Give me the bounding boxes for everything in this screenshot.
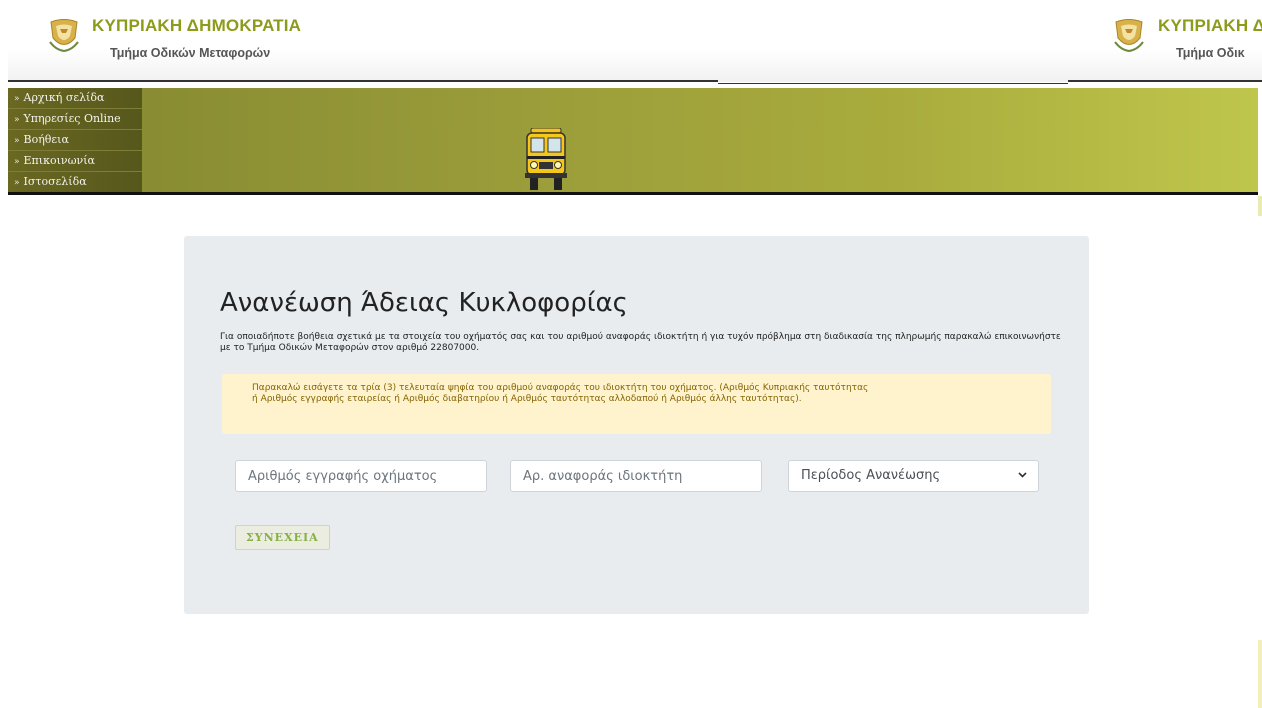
- info-alert-text: Παρακαλώ εισάγετε τα τρία (3) τελευταία …: [252, 383, 869, 404]
- brand-title: ΚΥΠΡΙΑΚΗ ΔΗΜΟΚΡΑΤΙΑ: [92, 16, 302, 35]
- nav-item-help[interactable]: » Βοήθεια: [8, 130, 142, 151]
- brand-title-truncated: ΚΥΠΡΙΑΚΗ Δ: [1158, 16, 1262, 35]
- nav-item-home[interactable]: » Αρχική σελίδα: [8, 88, 142, 109]
- owner-reference-input[interactable]: [510, 460, 762, 492]
- cyprus-coat-of-arms-icon: [49, 19, 79, 53]
- nav-item-online-services[interactable]: » Υπηρεσίες Online: [8, 109, 142, 130]
- renewal-period-selected: Περίοδος Ανανέωσης: [801, 468, 941, 483]
- nav-item-contact[interactable]: » Επικοινωνία: [8, 151, 142, 172]
- nav-item-label: Επικοινωνία: [23, 154, 95, 167]
- renewal-period-select[interactable]: Περίοδος Ανανέωσης: [788, 460, 1039, 492]
- nav-item-label: Ιστοσελίδα: [23, 175, 87, 188]
- double-chevron-right-icon: »: [14, 136, 20, 146]
- page-edge-accent: [1258, 640, 1262, 708]
- double-chevron-right-icon: »: [14, 178, 20, 188]
- school-bus-icon: [525, 128, 567, 190]
- cyprus-coat-of-arms-icon: [1114, 19, 1144, 53]
- brand-subtitle-truncated: Τμήμα Οδικ: [1176, 46, 1245, 60]
- banner: » Αρχική σελίδα » Υπηρεσίες Online » Βοήθει…: [8, 88, 1258, 192]
- brand-subtitle: Τμήμα Οδικών Μεταφορών: [110, 46, 271, 60]
- banner-edge: [1258, 196, 1262, 216]
- sidebar-nav: » Αρχική σελίδα » Υπηρεσίες Online » Βοήθει…: [8, 88, 142, 192]
- info-alert: Παρακαλώ εισάγετε τα τρία (3) τελευταία …: [222, 374, 1051, 434]
- nav-item-label: Βοήθεια: [23, 133, 69, 146]
- nav-item-label: Υπηρεσίες Online: [23, 112, 121, 125]
- double-chevron-right-icon: »: [14, 94, 20, 104]
- header-divider: [718, 83, 1068, 84]
- continue-button[interactable]: ΣΥΝΕΧΕΙΑ: [235, 525, 330, 550]
- page-title: Ανανέωση Άδειας Κυκλοφορίας: [220, 288, 628, 318]
- nav-item-website[interactable]: » Ιστοσελίδα: [8, 172, 142, 192]
- double-chevron-right-icon: »: [14, 157, 20, 167]
- site-header: ΚΥΠΡΙΑΚΗ ΔΗΜΟΚΡΑΤΙΑ Τμήμα Οδικών Μεταφορ…: [8, 8, 1262, 82]
- nav-item-label: Αρχική σελίδα: [23, 91, 105, 104]
- banner-divider: [8, 192, 1258, 195]
- registration-number-input[interactable]: [235, 460, 487, 492]
- header-divider: [1068, 80, 1262, 82]
- header-divider: [8, 80, 718, 82]
- double-chevron-right-icon: »: [14, 115, 20, 125]
- renewal-form-card: Ανανέωση Άδειας Κυκλοφορίας Για οποιαδήπ…: [184, 236, 1089, 614]
- chevron-down-icon: [1018, 472, 1027, 478]
- help-text: Για οποιαδήποτε βοήθεια σχετικά με τα στ…: [220, 332, 1061, 353]
